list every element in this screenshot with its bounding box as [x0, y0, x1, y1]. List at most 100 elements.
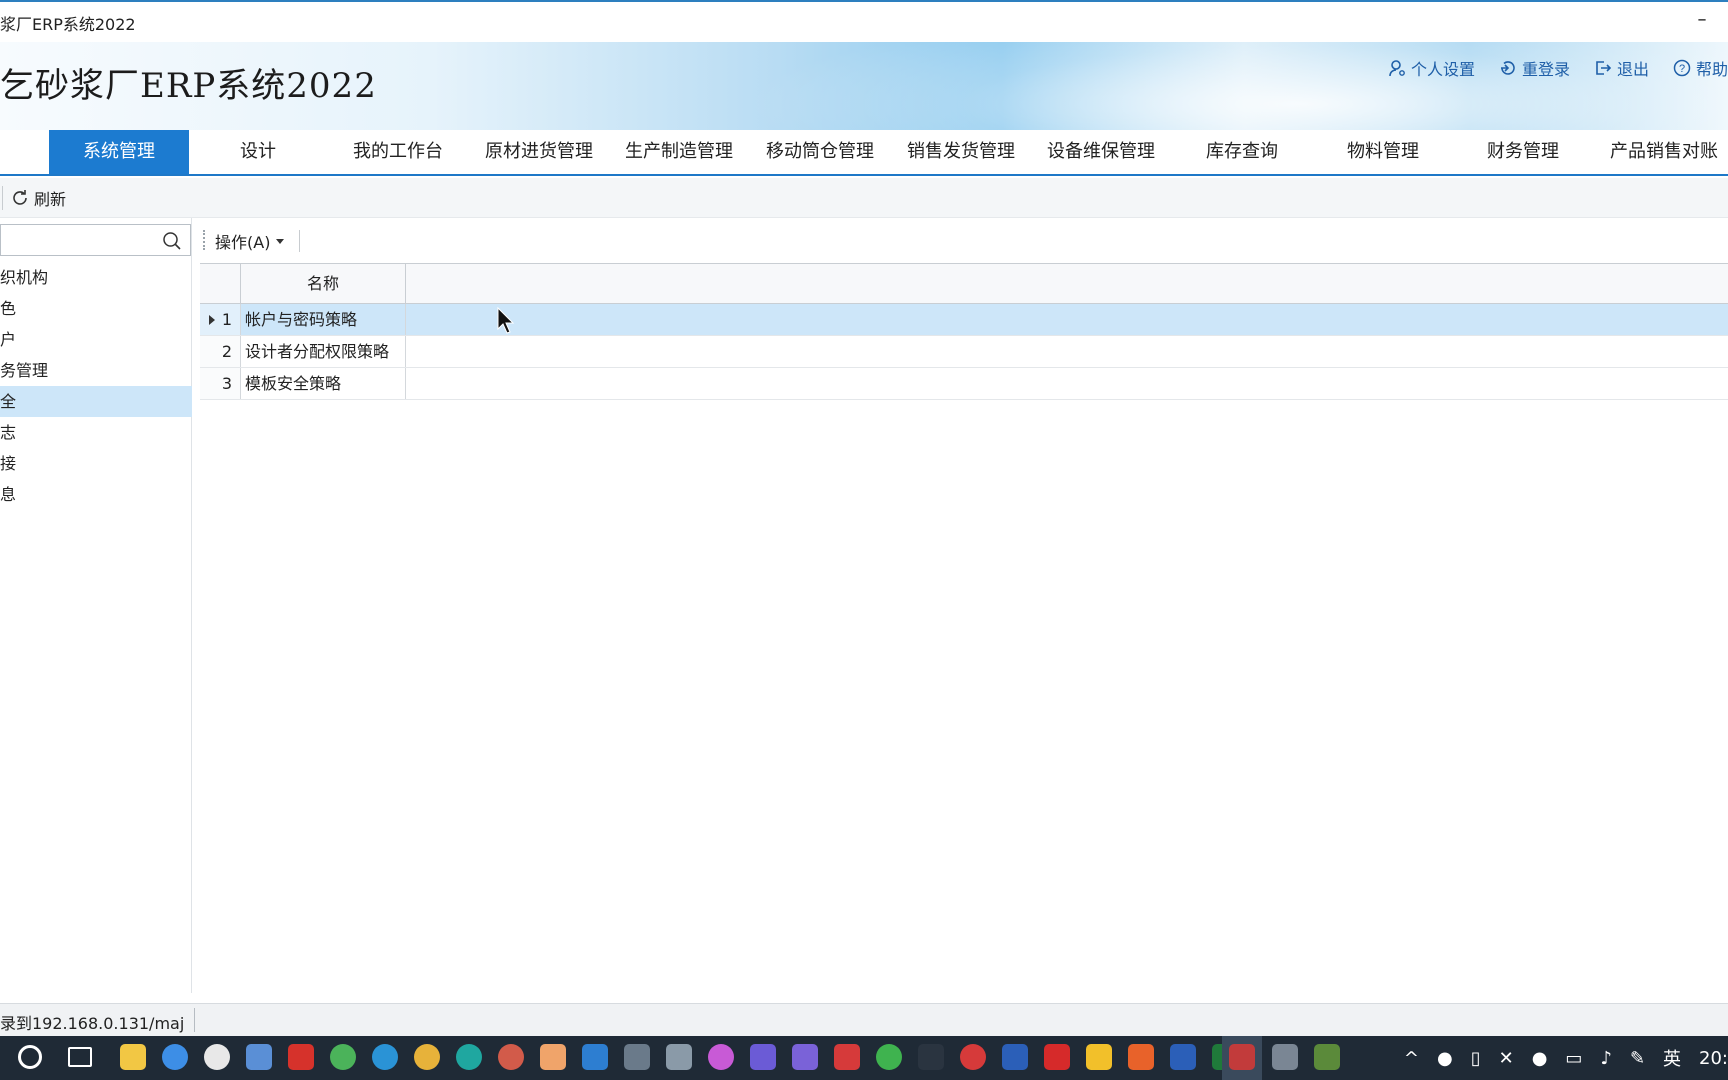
- calculator-icon[interactable]: [1272, 1044, 1298, 1070]
- column-header-name[interactable]: 名称: [241, 264, 406, 303]
- microphone-icon[interactable]: ●: [1437, 1048, 1453, 1069]
- mouse-cursor-icon: [497, 307, 515, 334]
- nav-finance-management[interactable]: 财务管理: [1453, 130, 1593, 174]
- search-icon[interactable]: [162, 231, 182, 251]
- app-icon[interactable]: [1044, 1044, 1070, 1070]
- tree-item[interactable]: 户: [0, 324, 192, 355]
- erp-app-icon[interactable]: [1229, 1044, 1255, 1070]
- nav-mobile-silo[interactable]: 移动筒仓管理: [750, 130, 890, 174]
- minimize-button[interactable]: –: [1690, 8, 1714, 32]
- network-icon[interactable]: ▭: [1565, 1048, 1582, 1069]
- toolbar: 刷新: [0, 178, 1728, 218]
- chrome-icon[interactable]: [414, 1044, 440, 1070]
- relogin-label: 重登录: [1521, 60, 1570, 79]
- app-icon[interactable]: [498, 1044, 524, 1070]
- nav-equipment-maintenance[interactable]: 设备维保管理: [1031, 130, 1171, 174]
- nav-material-management[interactable]: 物料管理: [1313, 130, 1453, 174]
- system-tray: ^ ● ▯ ✕ ● ▭ ♪ ✎ 英 20:: [1386, 1036, 1728, 1080]
- nav-production-manufacturing[interactable]: 生产制造管理: [609, 130, 749, 174]
- app-icon[interactable]: [540, 1044, 566, 1070]
- row-name-cell[interactable]: 设计者分配权限策略: [241, 336, 406, 367]
- app-icon[interactable]: [834, 1044, 860, 1070]
- search-circle-icon[interactable]: [18, 1045, 42, 1069]
- nav-sales-reconciliation[interactable]: 产品销售对账: [1594, 130, 1728, 174]
- app-icon[interactable]: [708, 1044, 734, 1070]
- tree-item[interactable]: 接: [0, 448, 192, 479]
- tree-list: 织机构 色 户 务管理 全 志 接 息: [0, 262, 192, 510]
- show-hidden-icons[interactable]: ^: [1404, 1048, 1419, 1069]
- sticky-notes-icon[interactable]: [1086, 1044, 1112, 1070]
- pdf-icon[interactable]: [288, 1044, 314, 1070]
- nav-raw-material-purchase[interactable]: 原材进货管理: [469, 130, 609, 174]
- exit-link[interactable]: 退出: [1594, 56, 1649, 80]
- app-icon[interactable]: [1002, 1044, 1028, 1070]
- os-taskbar: ^ ● ▯ ✕ ● ▭ ♪ ✎ 英 20:: [0, 1036, 1728, 1080]
- row-name-cell[interactable]: 帐户与密码策略: [241, 304, 406, 335]
- app-icon[interactable]: [330, 1044, 356, 1070]
- main-nav: 系统管理 设计 我的工作台 原材进货管理 生产制造管理 移动筒仓管理 销售发货管…: [0, 130, 1728, 176]
- relogin-link[interactable]: 重登录: [1499, 56, 1570, 80]
- app-icon[interactable]: [918, 1044, 944, 1070]
- nav-system-management[interactable]: 系统管理: [49, 130, 189, 174]
- tree-item[interactable]: 色: [0, 293, 192, 324]
- app-icon[interactable]: [1314, 1044, 1340, 1070]
- help-link[interactable]: ? 帮助: [1673, 56, 1728, 80]
- toolbar-grip: [203, 230, 205, 250]
- table-row[interactable]: 1 帐户与密码策略: [200, 304, 1728, 336]
- refresh-button[interactable]: 刷新: [10, 186, 66, 210]
- tree-item[interactable]: 息: [0, 479, 192, 510]
- operations-dropdown[interactable]: 操作(A): [215, 228, 285, 254]
- app-icon[interactable]: [666, 1044, 692, 1070]
- table-row[interactable]: 3 模板安全策略: [200, 368, 1728, 400]
- nav-my-workbench[interactable]: 我的工作台: [328, 130, 468, 174]
- wechat-icon[interactable]: [876, 1044, 902, 1070]
- app-icon[interactable]: [1128, 1044, 1154, 1070]
- app-icon[interactable]: [624, 1044, 650, 1070]
- window-title: 浆厂ERP系统2022: [0, 15, 136, 34]
- app-icon[interactable]: [960, 1044, 986, 1070]
- refresh-label: 刷新: [34, 190, 67, 209]
- tree-item-selected[interactable]: 全: [0, 386, 192, 417]
- edge-icon[interactable]: [372, 1044, 398, 1070]
- store-icon[interactable]: [246, 1044, 272, 1070]
- app-icon[interactable]: [582, 1044, 608, 1070]
- ime-indicator[interactable]: 英: [1663, 1045, 1681, 1071]
- row-number: 2: [200, 336, 241, 367]
- task-view-icon[interactable]: [68, 1047, 92, 1067]
- app-title: 乞砂浆厂ERP系统2022: [0, 66, 377, 106]
- pen-icon[interactable]: ✎: [1630, 1048, 1645, 1069]
- status-separator: [194, 1008, 195, 1032]
- app-icon[interactable]: [792, 1044, 818, 1070]
- tree-item[interactable]: 志: [0, 417, 192, 448]
- close-icon[interactable]: ✕: [1499, 1048, 1514, 1069]
- table-row[interactable]: 2 设计者分配权限策略: [200, 336, 1728, 368]
- app-icon[interactable]: [456, 1044, 482, 1070]
- qq-icon[interactable]: [204, 1044, 230, 1070]
- chevron-down-icon: [276, 238, 285, 244]
- app-icon[interactable]: [750, 1044, 776, 1070]
- personal-settings-label: 个人设置: [1410, 60, 1475, 79]
- usb-icon[interactable]: ▯: [1471, 1048, 1481, 1069]
- row-number: 3: [200, 368, 241, 399]
- nav-sales-shipping[interactable]: 销售发货管理: [891, 130, 1031, 174]
- row-name-cell[interactable]: 模板安全策略: [241, 368, 406, 399]
- personal-settings-link[interactable]: 个人设置: [1388, 56, 1475, 80]
- app-tray-icon[interactable]: ●: [1532, 1048, 1548, 1069]
- grid-header: 名称: [200, 264, 1728, 304]
- nav-design[interactable]: 设计: [188, 130, 328, 174]
- file-explorer-icon[interactable]: [120, 1044, 146, 1070]
- tree-search-input[interactable]: [1, 225, 151, 255]
- volume-icon[interactable]: ♪: [1600, 1048, 1612, 1069]
- top-links: 个人设置 重登录 退出 ? 帮助: [1364, 56, 1728, 80]
- policy-grid: 名称 1 帐户与密码策略 2 设计者分配权限策略 3 模板安全策略: [200, 263, 1728, 400]
- tree-item[interactable]: 务管理: [0, 355, 192, 386]
- word-icon[interactable]: [1170, 1044, 1196, 1070]
- status-text: 录到192.168.0.131/maj: [0, 1014, 185, 1033]
- help-label: 帮助: [1695, 60, 1728, 79]
- clock[interactable]: 20:: [1699, 1048, 1728, 1069]
- tree-search-box: [0, 224, 191, 256]
- nav-inventory-query[interactable]: 库存查询: [1172, 130, 1312, 174]
- tree-item[interactable]: 织机构: [0, 262, 192, 293]
- app-icon[interactable]: [162, 1044, 188, 1070]
- exit-label: 退出: [1616, 60, 1649, 79]
